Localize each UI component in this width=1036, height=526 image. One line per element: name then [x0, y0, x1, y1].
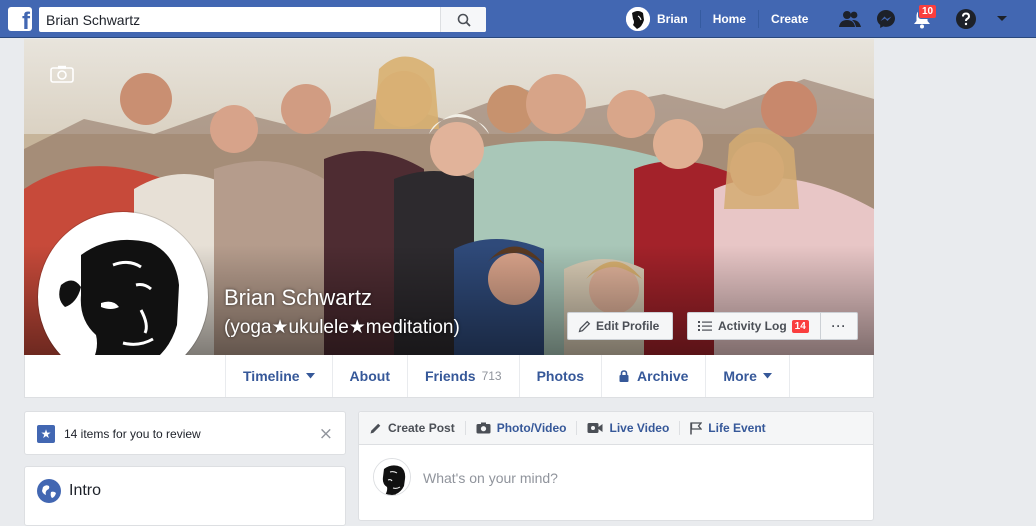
more-options-button[interactable]: ··· — [821, 312, 858, 340]
account-menu-chevron-icon[interactable] — [990, 7, 1014, 31]
profile-tab-bar: Timeline About Friends 713 Photos Archiv… — [24, 355, 874, 398]
close-icon[interactable]: × — [319, 424, 333, 444]
edit-profile-button[interactable]: Edit Profile — [567, 312, 673, 340]
composer-divider — [576, 421, 578, 435]
tab-about-label: About — [349, 368, 390, 384]
status-input[interactable] — [423, 468, 843, 488]
nav-links: Brian Home Create — [626, 0, 820, 38]
live-video-tab[interactable]: Live Video — [587, 421, 669, 435]
search-icon — [457, 13, 471, 27]
video-camera-icon — [587, 423, 603, 433]
tab-about[interactable]: About — [331, 355, 407, 397]
more-options-icon: ··· — [831, 319, 847, 333]
messenger-icon[interactable] — [874, 7, 898, 31]
top-navigation-bar: f Brian Home Create 10 — [0, 0, 1036, 38]
edit-profile-label: Edit Profile — [596, 319, 660, 333]
composer-divider — [464, 421, 466, 435]
tab-friends[interactable]: Friends 713 — [406, 355, 519, 397]
globe-icon — [37, 479, 61, 503]
activity-log-label: Activity Log — [718, 319, 787, 333]
camera-icon[interactable] — [50, 65, 74, 83]
list-icon — [698, 321, 712, 331]
nav-create-link[interactable]: Create — [759, 0, 820, 38]
lock-icon — [619, 370, 629, 382]
home-label: Home — [712, 12, 747, 26]
facebook-logo[interactable]: f — [8, 7, 32, 31]
life-event-label: Life Event — [708, 421, 766, 435]
friend-requests-icon[interactable] — [838, 7, 862, 31]
pencil-icon — [578, 320, 591, 332]
chevron-down-icon — [305, 373, 315, 379]
search-input[interactable] — [39, 7, 439, 32]
post-composer: Create Post Photo/Video Live Video Life … — [358, 411, 874, 521]
avatar — [626, 7, 650, 31]
tab-timeline[interactable]: Timeline — [225, 355, 332, 397]
tab-more-label: More — [723, 368, 757, 384]
create-label: Create — [771, 12, 809, 26]
pencil-icon — [370, 423, 381, 433]
camera-icon — [476, 422, 491, 434]
friends-count: 713 — [481, 369, 502, 383]
tab-photos-label: Photos — [536, 368, 585, 384]
tab-timeline-label: Timeline — [243, 368, 300, 384]
chevron-down-icon — [762, 373, 772, 379]
tab-more[interactable]: More — [705, 355, 790, 397]
search-button[interactable] — [440, 7, 486, 32]
review-items-card[interactable]: ★ 14 items for you to review × — [24, 411, 346, 455]
create-post-tab[interactable]: Create Post — [369, 421, 455, 435]
profile-name[interactable]: Brian Schwartz — [224, 285, 372, 311]
star-icon: ★ — [37, 425, 55, 443]
photo-video-tab[interactable]: Photo/Video — [476, 421, 567, 435]
search-box — [39, 7, 486, 32]
avatar[interactable] — [373, 458, 411, 496]
intro-card: Intro — [24, 466, 346, 526]
tab-archive-label: Archive — [637, 368, 689, 384]
profile-alternate-name: (yoga★ukulele★meditation) — [224, 317, 460, 338]
tab-friends-label: Friends — [424, 368, 476, 384]
nav-user-name: Brian — [657, 12, 688, 26]
notifications-badge: 10 — [918, 4, 938, 19]
composer-tabs: Create Post Photo/Video Live Video Life … — [359, 412, 873, 445]
tab-photos[interactable]: Photos — [518, 355, 601, 397]
create-post-label: Create Post — [388, 421, 455, 435]
activity-log-button[interactable]: Activity Log 14 — [687, 312, 821, 340]
intro-title: Intro — [69, 482, 102, 499]
photo-video-label: Photo/Video — [496, 421, 567, 435]
activity-log-badge: 14 — [791, 319, 809, 333]
flag-icon — [690, 421, 703, 434]
life-event-tab[interactable]: Life Event — [690, 421, 766, 435]
help-icon[interactable] — [954, 7, 978, 31]
composer-divider — [679, 421, 681, 435]
nav-profile-link[interactable]: Brian — [626, 0, 700, 38]
nav-home-link[interactable]: Home — [701, 0, 758, 38]
tab-archive[interactable]: Archive — [601, 355, 705, 397]
live-video-label: Live Video — [609, 421, 670, 435]
review-items-text[interactable]: 14 items for you to review — [64, 427, 201, 441]
